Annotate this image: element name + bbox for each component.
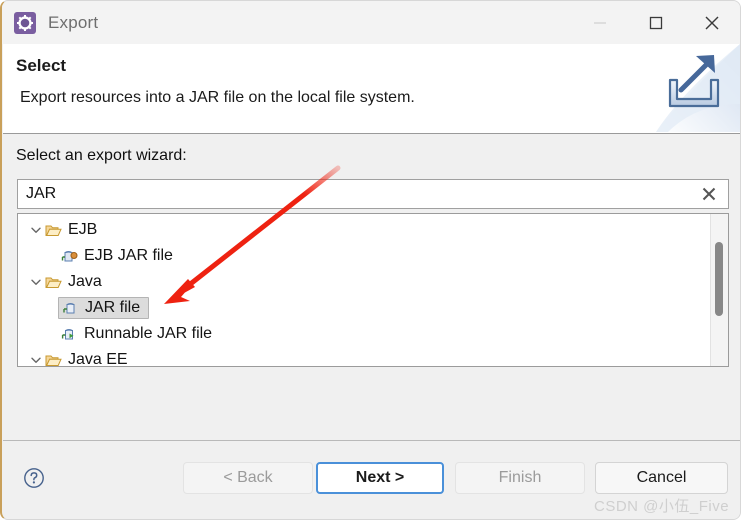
tree-row-label: Java [68,273,102,290]
tree-row-label: JAR file [85,299,141,316]
gear-icon [14,11,36,34]
tree-scrollbar[interactable] [710,214,728,366]
cancel-button[interactable]: Cancel [595,462,728,494]
clear-filter-icon[interactable] [690,180,728,208]
tree-row-selected[interactable]: JAR file [18,295,710,321]
wizard-list-label: Select an export wizard: [16,147,187,164]
back-button[interactable]: < Back [183,462,313,494]
folder-icon [44,351,62,366]
dialog-header: Select Export resources into a JAR file … [3,44,740,134]
jar-file-icon [61,299,79,317]
export-box-arrow-icon [656,44,740,132]
close-icon[interactable] [684,1,740,44]
minimize-icon[interactable] [572,1,628,44]
tree-scrollbar-thumb[interactable] [715,242,723,316]
next-button[interactable]: Next > [316,462,444,494]
window-controls [572,1,740,44]
tree-row-label: EJB [68,221,98,238]
export-dialog: Export Select Export resources into a JA… [0,0,741,520]
runnable-jar-file-icon [60,325,78,343]
tree-row-label: EJB JAR file [84,247,173,264]
tree-row[interactable]: Java [18,269,710,295]
folder-icon [44,221,62,239]
page-title: Select [16,56,67,75]
tree-row[interactable]: Runnable JAR file [18,321,710,347]
chevron-down-icon[interactable] [28,276,44,288]
page-description: Export resources into a JAR file on the … [20,89,415,106]
chevron-down-icon[interactable] [28,224,44,236]
tree-row-label: Java EE [68,351,128,367]
wizard-tree[interactable]: EJB EJB JAR file Java JAR file Runnable … [17,213,729,367]
help-circle-icon[interactable] [23,467,45,489]
wizard-tree-list: EJB EJB JAR file Java JAR file Runnable … [18,214,710,366]
tree-row-label: Runnable JAR file [84,325,213,342]
search-input[interactable] [18,181,690,207]
title-bar: Export [2,1,740,44]
folder-icon [44,273,62,291]
tree-row[interactable]: Java EE [18,347,710,367]
dialog-body: Select an export wizard: JAR EJB EJB JAR… [3,134,740,440]
chevron-down-icon[interactable] [28,354,44,366]
tree-row[interactable]: EJB [18,217,710,243]
maximize-icon[interactable] [628,1,684,44]
window-title: Export [48,12,99,32]
finish-button[interactable]: Finish [455,462,585,494]
watermark: CSDN @小伍_Five [594,498,730,515]
ejb-jar-file-icon [60,247,78,265]
filter-field[interactable] [17,179,729,209]
tree-row[interactable]: EJB JAR file [18,243,710,269]
